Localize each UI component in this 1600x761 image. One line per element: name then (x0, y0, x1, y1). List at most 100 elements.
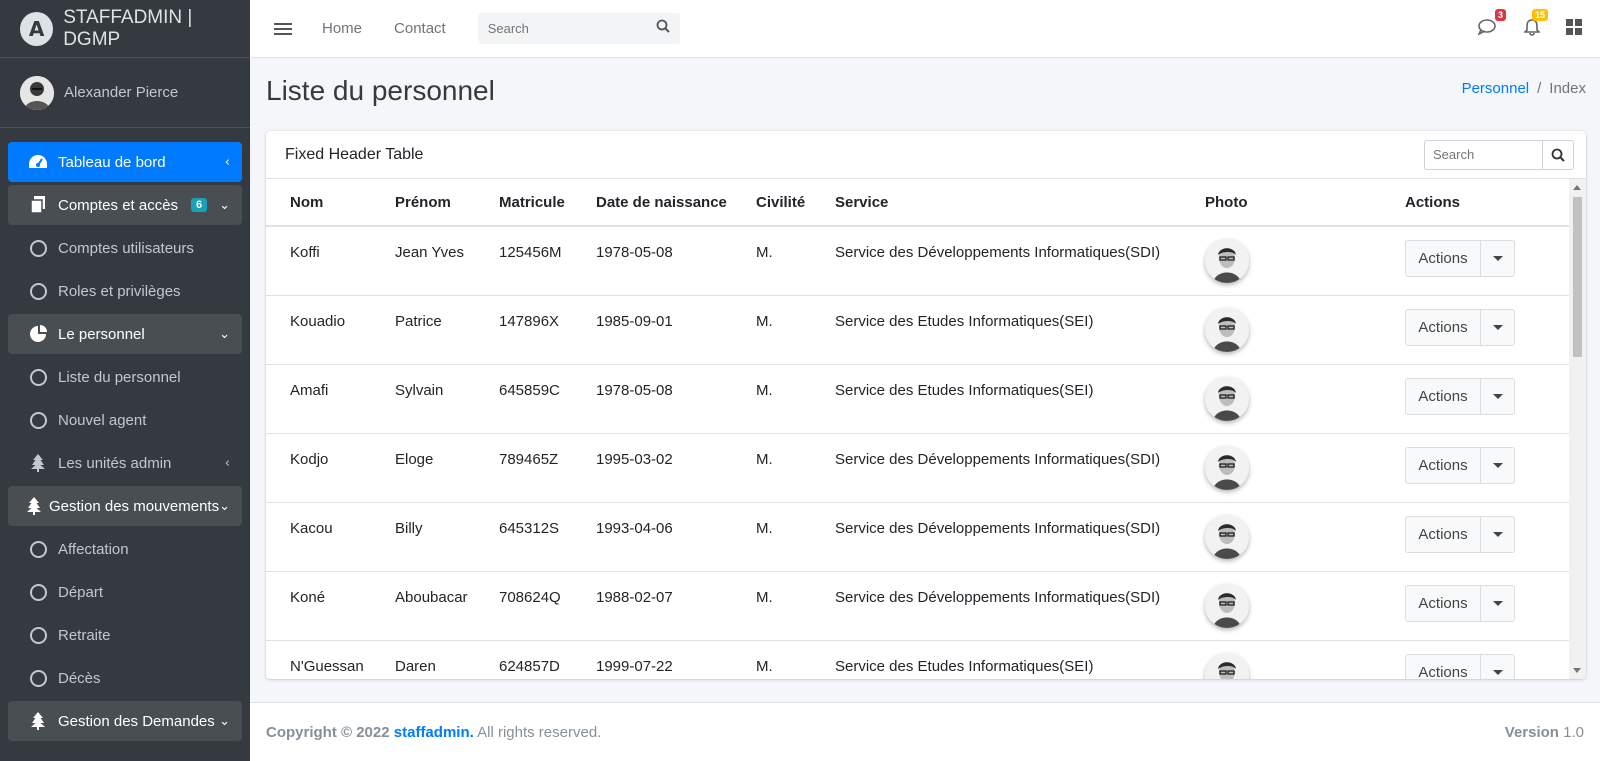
cell-actions: Actions (1381, 226, 1569, 296)
actions-dropdown-toggle[interactable] (1481, 515, 1515, 553)
footer-brand-link[interactable]: staffadmin. (394, 724, 474, 741)
column-header-actions[interactable]: Actions (1381, 179, 1569, 227)
column-header-service[interactable]: Service (811, 179, 1181, 227)
sidebar-item-nouvel-agent[interactable]: Nouvel agent (8, 400, 242, 440)
agent-photo (1205, 307, 1249, 352)
tree-icon (26, 712, 50, 730)
sidebar-item-label: Comptes utilisateurs (58, 239, 194, 257)
cell-civilite: M. (732, 640, 811, 679)
sidebar-item-affectation[interactable]: Affectation (8, 529, 242, 569)
table-row: Koffi Jean Yves 125456M 1978-05-08 M. Service… (266, 226, 1569, 296)
search-icon[interactable] (656, 19, 670, 38)
sidebar-item-gestion-des-demandes[interactable]: Gestion des Demandes ⌄ (8, 701, 242, 741)
actions-button-group: Actions (1405, 446, 1569, 484)
actions-button[interactable]: Actions (1405, 446, 1481, 484)
cell-nom: Koffi (266, 226, 371, 296)
column-header-civilite[interactable]: Civilité (732, 179, 811, 227)
column-header-date-de-naissance[interactable]: Date de naissance (572, 179, 732, 227)
grid-icon (1566, 18, 1582, 35)
actions-dropdown-toggle[interactable] (1481, 240, 1515, 277)
footer-copyright: Copyright © 2022 staffadmin. All rights … (266, 724, 601, 741)
nav-link-home[interactable]: Home (322, 20, 362, 37)
brand-name: STAFFADMIN | DGMP (63, 6, 193, 50)
sidebar-item-le-personnel[interactable]: Le personnel ⌄ (8, 314, 242, 354)
sidebar-item-comptes-et-acces[interactable]: Comptes et accès 6 ⌄ (8, 185, 242, 225)
notifications-button[interactable]: 15 (1523, 8, 1548, 41)
agent-photo (1205, 376, 1249, 421)
cell-nom: Amafi (266, 364, 371, 434)
table-container[interactable]: Nom Prénom Matricule Date de naissance C… (266, 179, 1569, 679)
column-header-prenom[interactable]: Prénom (371, 179, 475, 227)
cell-prenom: Eloge (371, 433, 475, 503)
user-name: Alexander Pierce (64, 84, 179, 101)
column-header-nom[interactable]: Nom (266, 179, 371, 227)
cell-nom: Kodjo (266, 433, 371, 503)
sidebar-item-depart[interactable]: Départ (8, 572, 242, 612)
table-search-button[interactable] (1542, 139, 1574, 170)
cell-nom: Kouadio (266, 295, 371, 365)
apps-button[interactable] (1566, 18, 1582, 40)
content-header: Liste du personnel Personnel / Index (266, 75, 1586, 115)
cell-prenom: Billy (371, 502, 475, 572)
scroll-up-arrow-icon[interactable] (1573, 185, 1581, 190)
count-badge: 6 (190, 198, 208, 212)
breadcrumb-link-personnel[interactable]: Personnel (1462, 80, 1530, 97)
column-header-photo[interactable]: Photo (1181, 179, 1381, 227)
sidebar-item-retraite[interactable]: Retraite (8, 615, 242, 655)
chevron-down-icon: ⌄ (219, 326, 230, 342)
cell-actions: Actions (1381, 295, 1569, 365)
user-panel[interactable]: Alexander Pierce (0, 58, 250, 128)
scroll-thumb[interactable] (1573, 197, 1582, 357)
actions-dropdown-toggle[interactable] (1481, 308, 1515, 346)
circle-icon (26, 583, 50, 601)
cell-actions: Actions (1381, 364, 1569, 434)
caret-down-icon (1492, 324, 1503, 330)
hamburger-menu-icon[interactable] (274, 20, 292, 38)
sidebar-item-deces[interactable]: Décès (8, 658, 242, 698)
sidebar-item-comptes-utilisateurs[interactable]: Comptes utilisateurs (8, 228, 242, 268)
brand-link[interactable]: A STAFFADMIN | DGMP (0, 0, 250, 58)
cell-civilite: M. (732, 433, 811, 503)
actions-dropdown-toggle[interactable] (1481, 584, 1515, 622)
sidebar-item-liste-du-personnel[interactable]: Liste du personnel (8, 357, 242, 397)
actions-dropdown-toggle[interactable] (1481, 446, 1515, 484)
actions-button[interactable]: Actions (1405, 308, 1481, 346)
actions-button-group: Actions (1405, 653, 1569, 679)
breadcrumb: Personnel / Index (1462, 80, 1586, 97)
actions-button[interactable]: Actions (1405, 515, 1481, 553)
cell-photo (1181, 226, 1381, 296)
actions-button[interactable]: Actions (1405, 377, 1481, 415)
tree-icon (26, 497, 41, 515)
table-search-input[interactable] (1424, 139, 1542, 170)
nav-link-contact[interactable]: Contact (394, 20, 446, 37)
sidebar-item-roles-et-privileges[interactable]: Roles et privilèges (8, 271, 242, 311)
actions-dropdown-toggle[interactable] (1481, 377, 1515, 415)
card-title: Fixed Header Table (285, 145, 424, 163)
messages-button[interactable]: 3 (1477, 8, 1506, 41)
sidebar-item-label: Le personnel (58, 325, 145, 343)
sidebar-item-tableau-de-bord[interactable]: Tableau de bord ‹ (8, 142, 242, 182)
cell-nom: Koné (266, 571, 371, 641)
sidebar-item-label: Gestion des mouvements (49, 497, 220, 515)
actions-button[interactable]: Actions (1405, 240, 1481, 277)
scroll-down-arrow-icon[interactable] (1573, 668, 1581, 673)
chevron-left-icon: ‹ (224, 154, 230, 170)
sidebar-item-les-unites-admin[interactable]: Les unités admin ‹ (8, 443, 242, 483)
column-header-matricule[interactable]: Matricule (475, 179, 572, 227)
actions-button[interactable]: Actions (1405, 584, 1481, 622)
sidebar-nav: Tableau de bord ‹ Comptes et accès 6 ⌄ C… (0, 128, 250, 741)
search-icon (1551, 148, 1565, 162)
table-row: Kacou Billy 645312S 1993-04-06 M. Service des… (266, 502, 1569, 572)
messages-badge: 3 (1494, 8, 1506, 21)
sidebar-item-label: Affectation (58, 540, 129, 558)
cell-photo (1181, 640, 1381, 679)
actions-button[interactable]: Actions (1405, 653, 1481, 679)
top-search-input[interactable] (487, 21, 638, 36)
actions-button-group: Actions (1405, 377, 1569, 415)
table-scrollbar[interactable] (1569, 179, 1586, 679)
actions-dropdown-toggle[interactable] (1481, 653, 1515, 679)
actions-button-group: Actions (1405, 584, 1569, 622)
sidebar-item-gestion-des-mouvements[interactable]: Gestion des mouvements ⌄ (8, 486, 242, 526)
caret-down-icon (1492, 462, 1503, 468)
cell-service: Service des Développements Informatiques… (811, 502, 1181, 572)
